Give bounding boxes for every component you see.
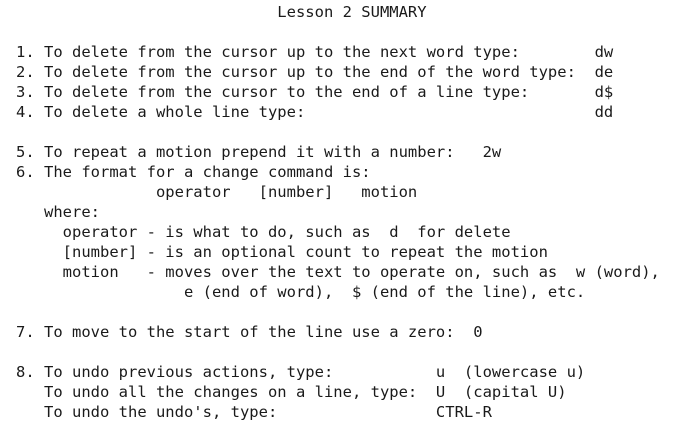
- undo-line-instruction: To undo all the changes on a line, type:…: [16, 383, 567, 401]
- summary-item-6: 6. The format for a change command is:: [16, 163, 371, 181]
- operator-definition: operator - is what to do, such as d for …: [16, 223, 511, 241]
- summary-item-2: 2. To delete from the cursor up to the e…: [16, 63, 614, 81]
- where-label: where:: [16, 203, 100, 221]
- summary-title: Lesson 2 SUMMARY: [16, 3, 427, 21]
- summary-item-8: 8. To undo previous actions, type: u (lo…: [16, 363, 586, 381]
- summary-item-3: 3. To delete from the cursor to the end …: [16, 83, 614, 101]
- summary-item-4: 4. To delete a whole line type: dd: [16, 103, 614, 121]
- motion-definition-continued: e (end of word), $ (end of the line), et…: [16, 283, 586, 301]
- terminal-window[interactable]: Lesson 2 SUMMARY 1. To delete from the c…: [0, 0, 678, 428]
- number-definition: [number] - is an optional count to repea…: [16, 243, 548, 261]
- summary-item-7: 7. To move to the start of the line use …: [16, 323, 483, 341]
- summary-item-5: 5. To repeat a motion prepend it with a …: [16, 143, 502, 161]
- command-format-line: operator [number] motion: [16, 183, 418, 201]
- redo-instruction: To undo the undo's, type: CTRL-R: [16, 403, 492, 421]
- summary-item-1: 1. To delete from the cursor up to the n…: [16, 43, 614, 61]
- motion-definition: motion - moves over the text to operate …: [16, 263, 660, 281]
